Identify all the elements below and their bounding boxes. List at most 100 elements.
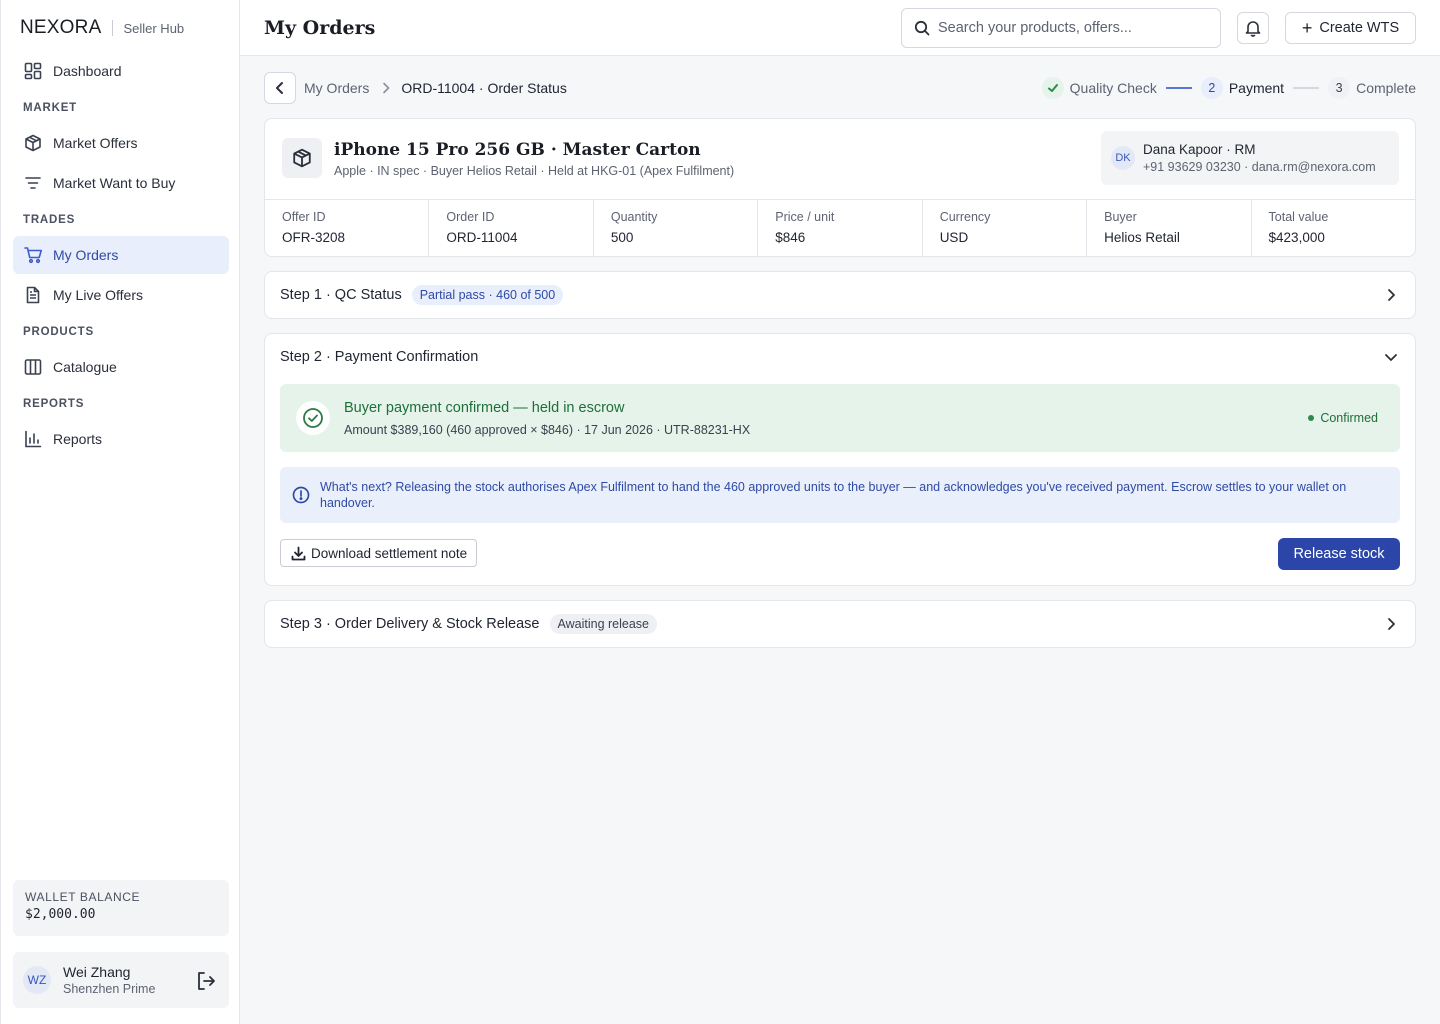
wallet-label: WALLET BALANCE <box>25 890 141 904</box>
step-2-actions: Download settlement note Release stock <box>265 523 1415 585</box>
breadcrumb-parent[interactable]: My Orders <box>304 80 369 96</box>
avatar: WZ <box>23 966 51 994</box>
status-dot <box>1308 415 1315 421</box>
step-3-title: Step 3 · Order Delivery & Stock Release <box>280 616 540 632</box>
document-icon <box>23 285 43 305</box>
sidebar: NEXORA Seller Hub Dashboard MARKET Marke… <box>0 0 240 1024</box>
progress-stepper: Quality Check 2 Payment 3 Complete <box>1041 77 1416 99</box>
stat-buyer: Buyer Helios Retail <box>1087 200 1252 257</box>
step-1-title: Step 1 · QC Status <box>280 287 402 303</box>
rm-contact: +91 93629 03230 · dana.rm@nexora.com <box>1143 160 1376 174</box>
stat-label: Quantity <box>610 210 658 224</box>
stepper-number-complete: 3 <box>1328 77 1351 99</box>
brand-divider <box>112 20 114 36</box>
stat-offer-id: Offer ID OFR-3208 <box>265 200 430 257</box>
brand-subtitle: Seller Hub <box>123 20 185 36</box>
stat-price-unit: Price / unit $846 <box>758 200 923 257</box>
sidebar-item-label: Market Want to Buy <box>53 175 176 191</box>
sidebar-item-label: Catalogue <box>53 359 117 375</box>
chevron-left-icon <box>273 81 287 95</box>
avatar: DK <box>1111 146 1135 170</box>
logout-icon[interactable] <box>195 970 217 992</box>
notifications-button[interactable] <box>1237 12 1269 44</box>
chevron-right-icon <box>1383 616 1399 632</box>
section-reports: REPORTS <box>23 398 85 410</box>
stat-label: Price / unit <box>775 210 835 224</box>
step-1-header[interactable]: Step 1 · QC Status Partial pass · 460 of… <box>265 272 1415 318</box>
section-products: PRODUCTS <box>23 326 94 338</box>
create-wts-label: Create WTS <box>1319 20 1400 36</box>
bell-icon <box>1244 19 1262 37</box>
sidebar-item-my-live-offers[interactable]: My Live Offers <box>13 276 229 314</box>
search-box[interactable] <box>901 8 1221 48</box>
stat-value: OFR-3208 <box>282 230 346 245</box>
stat-value: Helios Retail <box>1104 230 1180 245</box>
payment-confirmation-title: Buyer payment confirmed — held in escrow <box>344 400 625 416</box>
create-wts-button[interactable]: + Create WTS <box>1285 12 1416 44</box>
stepper-connector <box>1165 87 1192 89</box>
stat-currency: Currency USD <box>923 200 1088 257</box>
stat-value: USD <box>939 230 969 245</box>
payment-confirmation-details: Amount $389,160 (460 approved × $846) · … <box>344 423 751 437</box>
release-stock-button[interactable]: Release stock <box>1278 538 1400 570</box>
sidebar-item-dashboard[interactable]: Dashboard <box>13 52 229 90</box>
stat-label: Total value <box>1268 210 1329 224</box>
step-2-title: Step 2 · Payment Confirmation <box>280 349 479 365</box>
step-1-panel: Step 1 · QC Status Partial pass · 460 of… <box>264 271 1416 319</box>
stat-value: 500 <box>610 230 634 245</box>
back-button[interactable] <box>264 72 296 104</box>
search-input[interactable] <box>938 20 1198 36</box>
sidebar-item-market-offers[interactable]: Market Offers <box>13 124 229 162</box>
brand[interactable]: NEXORA Seller Hub <box>20 17 184 39</box>
user-org: Shenzhen Prime <box>63 982 156 996</box>
status-label: Confirmed <box>1320 411 1378 425</box>
sidebar-item-market-want-to-buy[interactable]: Market Want to Buy <box>13 164 229 202</box>
sidebar-item-label: My Live Offers <box>53 287 143 303</box>
user-name: Wei Zhang <box>63 964 131 980</box>
page-title: My Orders <box>264 17 376 39</box>
stat-total-value: Total value $423,000 <box>1252 200 1415 257</box>
wallet-balance: WALLET BALANCE $2,000.00 <box>13 880 229 936</box>
payment-confirmation-banner: Buyer payment confirmed — held in escrow… <box>280 384 1400 452</box>
stat-label: Currency <box>939 210 991 224</box>
chevron-right-icon <box>1383 287 1399 303</box>
stat-order-id: Order ID ORD-11004 <box>429 200 594 257</box>
stat-label: Offer ID <box>282 210 326 224</box>
delivery-status-badge: Awaiting release <box>549 614 657 634</box>
main-content: My Orders ORD-11004 · Order Status Quali… <box>264 72 1416 648</box>
filter-lines-icon <box>23 173 43 193</box>
search-icon <box>914 20 930 36</box>
step-2-header[interactable]: Step 2 · Payment Confirmation <box>265 334 1415 380</box>
qc-status-badge: Partial pass · 460 of 500 <box>411 285 564 305</box>
sidebar-item-catalogue[interactable]: Catalogue <box>13 348 229 386</box>
breadcrumb-current: ORD-11004 · Order Status <box>401 80 567 96</box>
stepper-label-quality-check: Quality Check <box>1069 80 1157 96</box>
brand-logo: NEXORA <box>20 17 102 38</box>
package-icon <box>282 138 322 178</box>
sidebar-item-label: Reports <box>53 431 103 447</box>
stat-label: Order ID <box>446 210 495 224</box>
sidebar-item-my-orders[interactable]: My Orders <box>13 236 229 274</box>
stat-value: $846 <box>775 230 806 245</box>
info-icon <box>292 486 310 504</box>
sidebar-item-label: Dashboard <box>53 63 122 79</box>
stepper-label-payment: Payment <box>1228 80 1285 96</box>
sidebar-item-reports[interactable]: Reports <box>13 420 229 458</box>
wallet-value: $2,000.00 <box>25 907 96 922</box>
stat-value: $423,000 <box>1268 230 1325 245</box>
check-icon <box>1041 77 1064 99</box>
sidebar-item-label: Market Offers <box>53 135 138 151</box>
chevron-down-icon <box>1383 349 1399 365</box>
cart-icon <box>23 245 43 265</box>
chevron-right-icon <box>381 82 391 94</box>
user-card: WZ Wei Zhang Shenzhen Prime <box>13 952 229 1008</box>
section-trades: TRADES <box>23 214 76 226</box>
download-label: Download settlement note <box>311 545 468 561</box>
sidebar-item-label: My Orders <box>53 247 119 263</box>
download-settlement-note-button[interactable]: Download settlement note <box>280 539 478 567</box>
bar-chart-icon <box>23 429 43 449</box>
stepper-number-payment: 2 <box>1200 77 1223 99</box>
step-3-header[interactable]: Step 3 · Order Delivery & Stock Release … <box>265 601 1415 647</box>
relationship-manager: DK Dana Kapoor · RM +91 93629 03230 · da… <box>1101 131 1399 185</box>
order-summary-card: iPhone 15 Pro 256 GB · Master Carton App… <box>264 118 1416 257</box>
